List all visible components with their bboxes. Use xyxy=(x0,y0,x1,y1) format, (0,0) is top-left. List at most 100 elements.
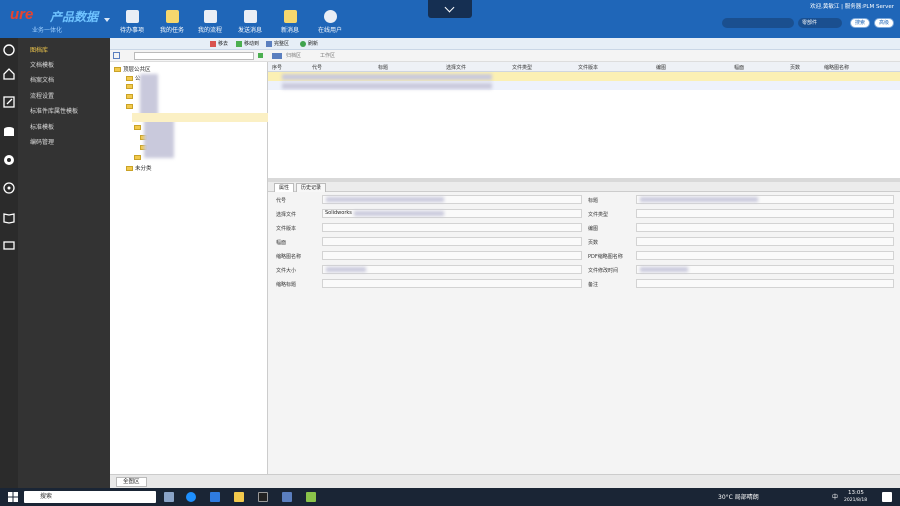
search-input[interactable] xyxy=(722,18,794,28)
book-icon[interactable] xyxy=(3,212,15,224)
nav-item-archive-doc[interactable]: 档案文档 xyxy=(30,75,54,84)
col-header[interactable]: 文件类型 xyxy=(512,64,532,71)
redacted-region xyxy=(282,74,492,80)
app-icon[interactable] xyxy=(282,492,292,502)
archive-area-button[interactable]: 归档区 xyxy=(286,52,301,59)
folder-icon xyxy=(126,84,133,89)
col-header[interactable]: 代号 xyxy=(312,64,322,71)
todo-button[interactable]: 待办事项 xyxy=(112,10,152,36)
tree-search-input[interactable] xyxy=(134,52,254,60)
online-users-button[interactable]: 在线用户 xyxy=(310,10,350,36)
col-header[interactable]: 页数 xyxy=(790,64,800,71)
field-file-type[interactable] xyxy=(636,209,894,218)
tree-node[interactable] xyxy=(126,84,135,92)
tab-all-drawings[interactable]: 全图区 xyxy=(116,477,147,487)
label-thumb-title: 缩略标题 xyxy=(276,282,297,288)
explorer-icon[interactable] xyxy=(234,492,244,502)
database-icon[interactable] xyxy=(3,126,15,138)
nav-item-code-mgmt[interactable]: 编码管理 xyxy=(30,137,54,146)
area-icon xyxy=(266,41,272,47)
tree-node-unclassified[interactable]: 未分类 xyxy=(126,164,152,172)
monitor-icon[interactable] xyxy=(3,240,15,252)
new-message-button[interactable]: 新消息 xyxy=(270,10,310,36)
edit-icon[interactable] xyxy=(3,96,15,108)
col-header[interactable]: 缩略图名称 xyxy=(824,64,849,71)
tab-properties[interactable]: 属性 xyxy=(274,183,295,192)
refresh-button[interactable]: 刷新 xyxy=(300,40,318,48)
folder-icon xyxy=(126,104,133,109)
tree-node[interactable] xyxy=(126,104,135,112)
windows-start-icon[interactable] xyxy=(8,492,18,502)
advanced-search-button[interactable]: 高级 xyxy=(874,18,894,28)
globe-icon[interactable] xyxy=(3,154,15,166)
field-thumb-title[interactable] xyxy=(322,279,582,288)
my-flow-button[interactable]: 我的流程 xyxy=(190,10,230,36)
tree-node[interactable] xyxy=(134,125,143,133)
task-view-icon[interactable] xyxy=(164,492,174,502)
grid-toolbar: 归档区 工作区 xyxy=(268,50,900,62)
col-header[interactable]: 文件版本 xyxy=(578,64,598,71)
tree-node-root[interactable]: 顶层公共区 xyxy=(114,65,151,73)
tree-node[interactable] xyxy=(126,94,135,102)
signal-icon[interactable] xyxy=(3,182,15,194)
app-logo: ure 产品数据 业务一体化 xyxy=(6,4,102,34)
field-remark[interactable] xyxy=(636,279,894,288)
folder-icon xyxy=(126,166,133,171)
plm-app-icon[interactable] xyxy=(306,492,316,502)
tab-history[interactable]: 历史记录 xyxy=(296,183,327,192)
label-drawing: 编图 xyxy=(588,226,599,232)
field-drawing[interactable] xyxy=(636,223,894,232)
cloud-icon[interactable] xyxy=(3,44,15,56)
nav-item-drawing-library[interactable]: 图档库 xyxy=(30,45,48,54)
taskbar-search-input[interactable]: 搜索 xyxy=(24,491,156,503)
redacted-region xyxy=(640,197,758,202)
label-pdf-thumb: PDF缩略图名称 xyxy=(588,254,623,260)
col-header[interactable]: 编图 xyxy=(656,64,666,71)
nav-item-std-template[interactable]: 标准模板 xyxy=(30,122,54,131)
redacted-region xyxy=(282,83,492,89)
move-to-button[interactable]: 移动到 xyxy=(236,40,259,48)
collapse-header-button[interactable] xyxy=(428,0,472,18)
col-header[interactable]: 序号 xyxy=(272,64,282,71)
clock-time[interactable]: 13:05 xyxy=(848,490,864,496)
nav-item-std-part-template[interactable]: 标准件库属性模板 xyxy=(30,106,78,115)
work-area-button[interactable]: 工作区 xyxy=(320,52,335,59)
label-modified-time: 文件修改时间 xyxy=(588,268,619,274)
weather-text[interactable]: 30°C 局部晴朗 xyxy=(718,492,759,501)
label-thumb-name: 缩略图名称 xyxy=(276,254,302,260)
field-thumb-name[interactable] xyxy=(322,251,582,260)
store-icon[interactable] xyxy=(210,492,220,502)
edge-icon[interactable] xyxy=(186,492,196,502)
nav-item-flow-settings[interactable]: 流程设置 xyxy=(30,91,54,100)
field-pages[interactable] xyxy=(636,237,894,246)
ime-indicator[interactable]: 中 xyxy=(832,492,838,501)
chevron-down-icon[interactable] xyxy=(104,18,110,22)
label-file-size: 文件大小 xyxy=(276,268,297,274)
my-task-button[interactable]: 我的任务 xyxy=(152,10,192,36)
send-message-button[interactable]: 发送消息 xyxy=(230,10,270,36)
expand-icon[interactable] xyxy=(113,52,120,59)
clock-date[interactable]: 2021/8/18 xyxy=(844,498,867,503)
add-icon[interactable] xyxy=(258,53,263,58)
terminal-icon[interactable] xyxy=(258,492,268,502)
nav-item-doc-template[interactable]: 文档模板 xyxy=(30,60,54,69)
label-select-file: 选择文件 xyxy=(276,212,297,218)
col-header[interactable]: 选择文件 xyxy=(446,64,466,71)
field-file-version[interactable] xyxy=(322,223,582,232)
tree-node[interactable]: 公 xyxy=(126,74,141,82)
field-size-format[interactable] xyxy=(322,237,582,246)
complete-area-button[interactable]: 完整区 xyxy=(266,40,289,48)
field-pdf-thumb[interactable] xyxy=(636,251,894,260)
search-button[interactable]: 搜索 xyxy=(850,18,870,28)
os-taskbar: 搜索 30°C 局部晴朗 中 13:05 2021/8/18 xyxy=(0,488,900,506)
search-type-select[interactable]: 零部件 xyxy=(798,18,842,28)
home-icon[interactable] xyxy=(3,68,15,80)
col-header[interactable]: 标题 xyxy=(378,64,388,71)
col-header[interactable]: 幅面 xyxy=(734,64,744,71)
remove-button[interactable]: 移去 xyxy=(210,40,228,48)
redacted-region xyxy=(144,118,174,158)
notification-icon[interactable] xyxy=(882,492,892,502)
view-icon[interactable] xyxy=(272,53,282,59)
tree-node[interactable] xyxy=(134,155,143,163)
label-file-version: 文件版本 xyxy=(276,226,297,232)
